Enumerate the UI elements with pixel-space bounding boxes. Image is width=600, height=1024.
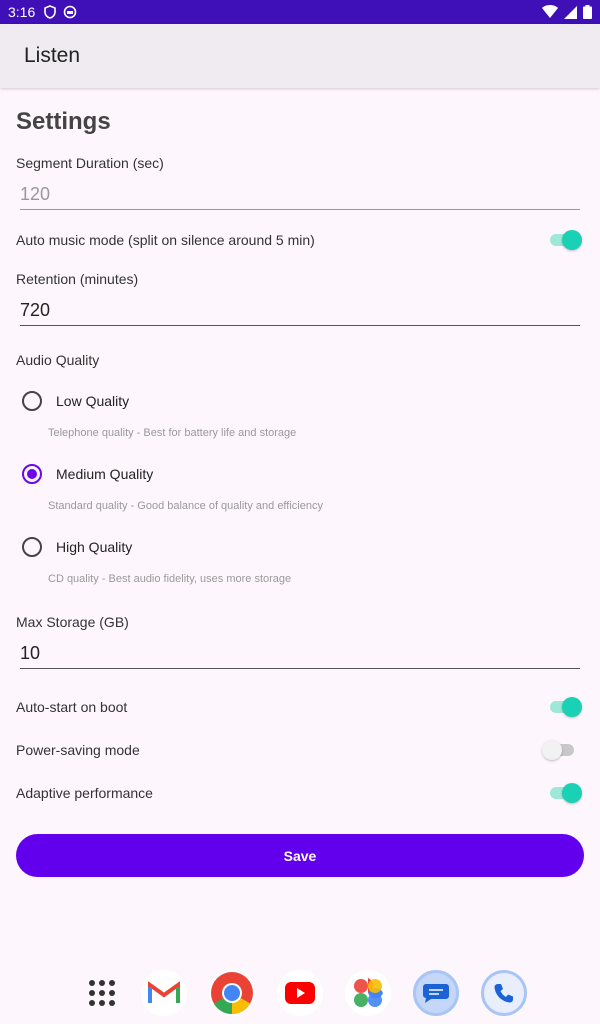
- gmail-icon[interactable]: [141, 970, 187, 1016]
- status-time: 3:16: [8, 4, 36, 20]
- messages-icon[interactable]: [413, 970, 459, 1016]
- audio-quality-label: Audio Quality: [16, 352, 100, 368]
- wifi-icon: [542, 5, 558, 18]
- page-title: Settings: [16, 108, 111, 135]
- retention-value: 720: [20, 300, 51, 320]
- vpn-icon: [63, 5, 77, 19]
- low-quality-desc: Telephone quality - Best for battery lif…: [48, 427, 297, 439]
- max-storage-field[interactable]: 10: [20, 641, 580, 669]
- battery-icon: [583, 5, 592, 19]
- retention-label: Retention (minutes): [16, 271, 139, 287]
- app-title: Listen: [24, 44, 81, 67]
- youtube-icon[interactable]: [277, 970, 323, 1016]
- high-quality-desc: CD quality - Best audio fidelity, uses m…: [48, 573, 292, 585]
- low-quality-radio[interactable]: [22, 391, 42, 411]
- segment-duration-label: Segment Duration (sec): [16, 155, 164, 171]
- max-storage-value: 10: [20, 643, 41, 663]
- chrome-icon[interactable]: [209, 970, 255, 1016]
- max-storage-label: Max Storage (GB): [16, 614, 129, 630]
- photos-icon[interactable]: [345, 970, 391, 1016]
- retention-field[interactable]: 720: [20, 298, 580, 326]
- auto-music-toggle[interactable]: [550, 229, 582, 250]
- segment-duration-value: 120: [20, 184, 51, 204]
- app-dock: [0, 960, 600, 1024]
- power-saving-label: Power-saving mode: [16, 742, 140, 758]
- status-bar: 3:16: [0, 0, 600, 24]
- app-bar: Listen: [0, 24, 600, 88]
- auto-start-toggle[interactable]: [550, 696, 582, 717]
- medium-quality-radio[interactable]: [22, 464, 42, 484]
- low-quality-label[interactable]: Low Quality: [56, 393, 129, 409]
- power-saving-toggle[interactable]: [542, 739, 576, 760]
- phone-icon[interactable]: [481, 970, 527, 1016]
- medium-quality-label[interactable]: Medium Quality: [56, 466, 153, 482]
- high-quality-radio[interactable]: [22, 537, 42, 557]
- high-quality-label[interactable]: High Quality: [56, 539, 132, 555]
- auto-music-label: Auto music mode (split on silence around…: [16, 232, 315, 248]
- signal-icon: [564, 5, 577, 19]
- shield-icon: [44, 5, 57, 19]
- app-drawer-icon[interactable]: [79, 970, 125, 1016]
- segment-duration-field[interactable]: 120: [20, 182, 580, 210]
- auto-start-label: Auto-start on boot: [16, 699, 128, 715]
- adaptive-performance-toggle[interactable]: [550, 782, 582, 803]
- save-button[interactable]: Save: [16, 834, 584, 877]
- adaptive-performance-label: Adaptive performance: [16, 785, 153, 801]
- medium-quality-desc: Standard quality - Good balance of quali…: [48, 500, 323, 512]
